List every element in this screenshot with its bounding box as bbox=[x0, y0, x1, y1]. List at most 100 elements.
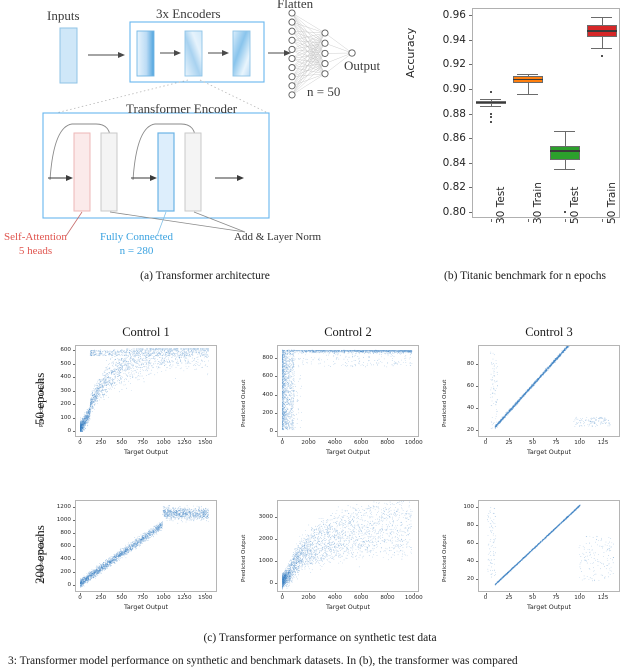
boxplot-median-line bbox=[512, 78, 543, 81]
scatter-x-axis-label: Target Output bbox=[527, 448, 571, 456]
scatter-x-tick-label: 500 bbox=[116, 595, 128, 601]
inputs-label: Inputs bbox=[47, 8, 80, 23]
scatter-y-tick-label: 0 bbox=[269, 428, 273, 435]
scatter-title: Control 2 bbox=[324, 325, 372, 339]
fully-connected-subtitle: n = 280 bbox=[119, 245, 154, 257]
boxplot-y-tick-label: 0.92 bbox=[442, 58, 466, 71]
scatter-x-tick-label: 750 bbox=[137, 440, 148, 446]
dense-n-label: n = 50 bbox=[307, 84, 341, 99]
scatter-x-axis-label: Target Output bbox=[326, 448, 370, 456]
boxplot-y-tick-mark bbox=[469, 89, 472, 91]
scatter-y-tick-label: 40 bbox=[466, 557, 474, 564]
scatter-x-tick-mark bbox=[485, 437, 487, 440]
scatter-y-tick-mark bbox=[475, 363, 478, 365]
scatter-y-tick-mark bbox=[72, 430, 75, 432]
scatter-x-tick-label: 50 bbox=[528, 595, 537, 601]
scatter-x-tick-mark bbox=[121, 437, 123, 440]
boxplot-outlier bbox=[489, 121, 492, 124]
scatter-x-tick-label: 0 bbox=[280, 595, 285, 601]
boxplot-outlier bbox=[489, 112, 492, 115]
scatter-y-tick-mark bbox=[475, 542, 478, 544]
scatter-x-axis-label: Target Output bbox=[527, 603, 571, 611]
scatter-y-tick-mark bbox=[72, 558, 75, 560]
scatter-y-tick-label: 400 bbox=[60, 374, 71, 381]
titanic-boxplot-panel: Accuracy 0.80 0.82 0.84 0.86 0.88 0.90 0.92 0.9… bbox=[404, 0, 640, 258]
scatter-y-tick-mark bbox=[475, 560, 478, 562]
boxplot-y-tick-mark bbox=[469, 64, 472, 66]
scatter-y-axis-label: Predicted Output bbox=[442, 379, 448, 427]
scatter-x-tick-label: 500 bbox=[116, 440, 128, 446]
boxplot-y-tick-label: 0.82 bbox=[442, 181, 466, 194]
scatter-y-tick-label: 300 bbox=[60, 387, 71, 394]
scatter-x-tick-mark bbox=[603, 437, 605, 440]
encoders-label: 3x Encoders bbox=[156, 6, 221, 21]
scatter-y-tick-mark bbox=[274, 516, 277, 518]
boxplot-whisker-cap bbox=[480, 105, 501, 107]
boxplot-whisker-cap bbox=[554, 168, 575, 170]
boxplot-median-line bbox=[586, 29, 617, 32]
scatter-y-tick-label: 1000 bbox=[56, 516, 71, 523]
boxplot-whisker bbox=[601, 17, 603, 26]
boxplot-box bbox=[549, 145, 580, 161]
scatter-x-tick-mark bbox=[361, 437, 363, 440]
scatter-x-tick-label: 50 bbox=[528, 440, 537, 446]
self-attention-label: Self-Attention 5 heads bbox=[4, 230, 67, 258]
output-label: Output bbox=[344, 58, 381, 73]
scatter-x-tick-mark bbox=[485, 592, 487, 595]
scatter-x-tick-label: 0 bbox=[280, 440, 285, 446]
boxplot-y-tick-mark bbox=[469, 187, 472, 189]
scatter-y-tick-mark bbox=[475, 525, 478, 526]
scatter-x-tick-mark bbox=[579, 437, 581, 440]
scatter-y-tick-label: 1200 bbox=[56, 503, 71, 510]
scatter-y-tick-label: 2000 bbox=[258, 535, 273, 542]
scatter-y-tick-mark bbox=[72, 519, 75, 521]
fully-connected-label: Fully Connected n = 280 bbox=[100, 230, 173, 258]
caption-a: (a) Transformer architecture bbox=[140, 270, 270, 282]
fully-connected-title: Fully Connected bbox=[100, 231, 174, 243]
scatter-x-tick-mark bbox=[282, 437, 284, 440]
scatter-x-tick-label: 10000 bbox=[404, 595, 423, 601]
scatter-x-tick-mark bbox=[556, 592, 558, 595]
scatter-y-tick-mark bbox=[475, 507, 478, 509]
scatter-x-tick-mark bbox=[121, 592, 123, 595]
scatter-x-tick-mark bbox=[334, 437, 336, 440]
scatter-x-tick-mark bbox=[579, 592, 581, 595]
scatter-x-tick-mark bbox=[334, 592, 336, 595]
scatter-y-tick-mark bbox=[72, 363, 75, 365]
scatter-y-tick-label: 20 bbox=[466, 575, 474, 582]
boxplot-whisker-cap bbox=[480, 99, 501, 101]
scatter-y-tick-mark bbox=[72, 404, 75, 406]
boxplot-median-line bbox=[549, 150, 580, 152]
scatter-y-tick-label: 800 bbox=[60, 529, 71, 536]
architecture-diagram: Inputs 3x Encoders Flatten Output n = 50… bbox=[0, 0, 410, 258]
boxplot-y-tick-mark bbox=[469, 113, 472, 115]
boxplot-median-line bbox=[475, 101, 506, 104]
architecture-svg bbox=[42, 9, 356, 237]
scatter-y-tick-mark bbox=[274, 538, 277, 540]
boxplot-y-tick-label: 0.96 bbox=[442, 9, 466, 22]
scatter-y-tick-mark bbox=[475, 430, 478, 432]
scatter-y-tick-label: 400 bbox=[262, 391, 273, 398]
boxplot-whisker bbox=[527, 82, 529, 94]
boxplot-outlier bbox=[489, 115, 492, 118]
scatter-y-tick-label: 3000 bbox=[258, 513, 273, 520]
scatter-x-tick-mark bbox=[184, 592, 186, 595]
scatter-x-tick-mark bbox=[308, 437, 310, 440]
boxplot-y-tick-label: 0.88 bbox=[442, 107, 466, 120]
caption-b: (b) Titanic benchmark for n epochs bbox=[444, 270, 606, 282]
scatter-points bbox=[479, 346, 619, 436]
scatter-y-tick-label: 200 bbox=[262, 410, 273, 417]
scatter-points bbox=[76, 501, 216, 591]
scatter-x-tick-label: 100 bbox=[574, 595, 585, 601]
scatter-y-tick-label: 0 bbox=[269, 579, 273, 586]
scatter-y-tick-mark bbox=[475, 408, 478, 410]
add-layer-norm-label: Add & Layer Norm bbox=[234, 231, 322, 243]
scatter-x-tick-mark bbox=[100, 437, 102, 440]
scatter-y-tick-mark bbox=[72, 584, 75, 586]
scatter-y-tick-label: 200 bbox=[60, 401, 71, 408]
scatter-y-axis-label: Predicted Output bbox=[241, 379, 247, 427]
scatter-y-tick-label: 60 bbox=[466, 383, 474, 389]
scatter-y-axis-label: Predicted Output bbox=[241, 534, 247, 582]
scatter-x-tick-mark bbox=[163, 437, 165, 440]
scatter-y-tick-label: 40 bbox=[466, 405, 474, 412]
